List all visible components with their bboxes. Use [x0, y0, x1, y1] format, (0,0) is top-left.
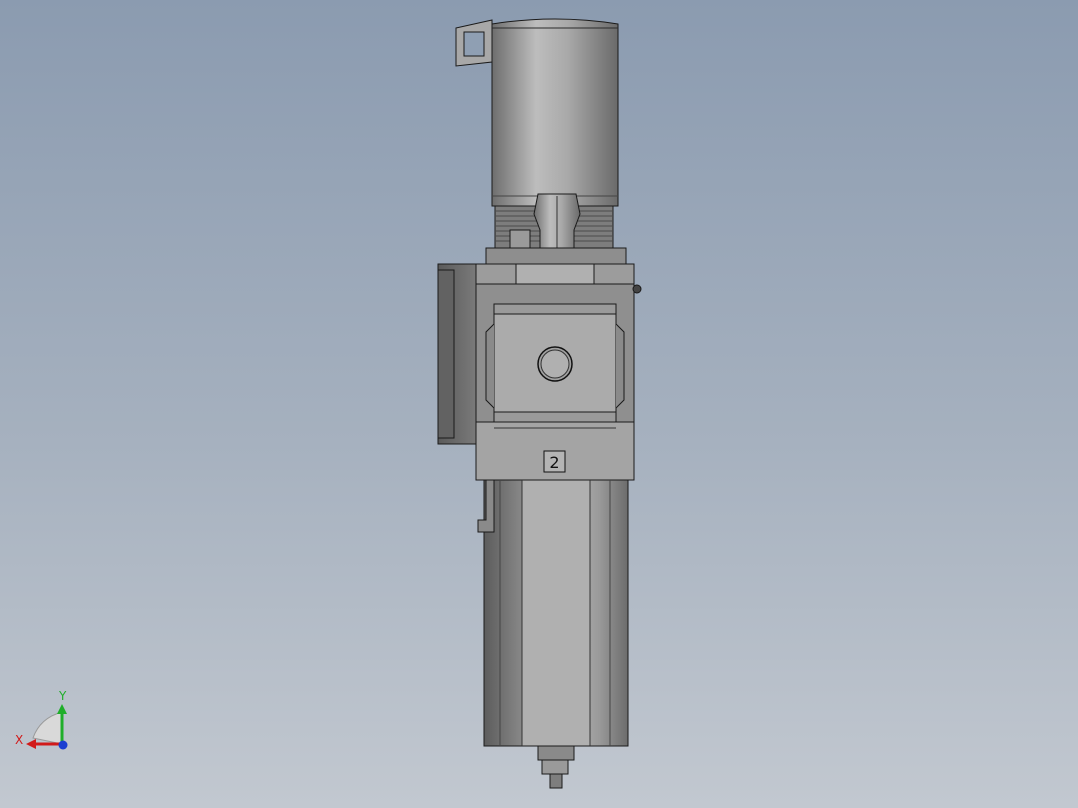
- y-arrowhead: [57, 704, 67, 714]
- triad-plane: [32, 711, 63, 745]
- lock-nut: [485, 247, 627, 265]
- adjustment-knob[interactable]: [491, 18, 619, 207]
- knob-lock-tab[interactable]: [455, 19, 493, 67]
- filter-regulator-model[interactable]: 2: [437, 18, 642, 789]
- x-arrowhead: [26, 739, 36, 749]
- bowl-lock-lever[interactable]: [477, 479, 495, 533]
- port-marking-label: 2: [549, 453, 559, 472]
- regulator-body[interactable]: 2: [437, 263, 642, 481]
- drain-valve[interactable]: [537, 745, 575, 789]
- coordinate-triad: Y X: [15, 689, 68, 750]
- adjustment-stem: [533, 193, 581, 255]
- z-axis-dot: [58, 740, 68, 750]
- y-axis-label: Y: [58, 689, 67, 703]
- x-axis-label: X: [15, 733, 23, 747]
- graphics-viewport[interactable]: 2 Y X: [0, 0, 1078, 808]
- filter-bowl[interactable]: [477, 479, 629, 747]
